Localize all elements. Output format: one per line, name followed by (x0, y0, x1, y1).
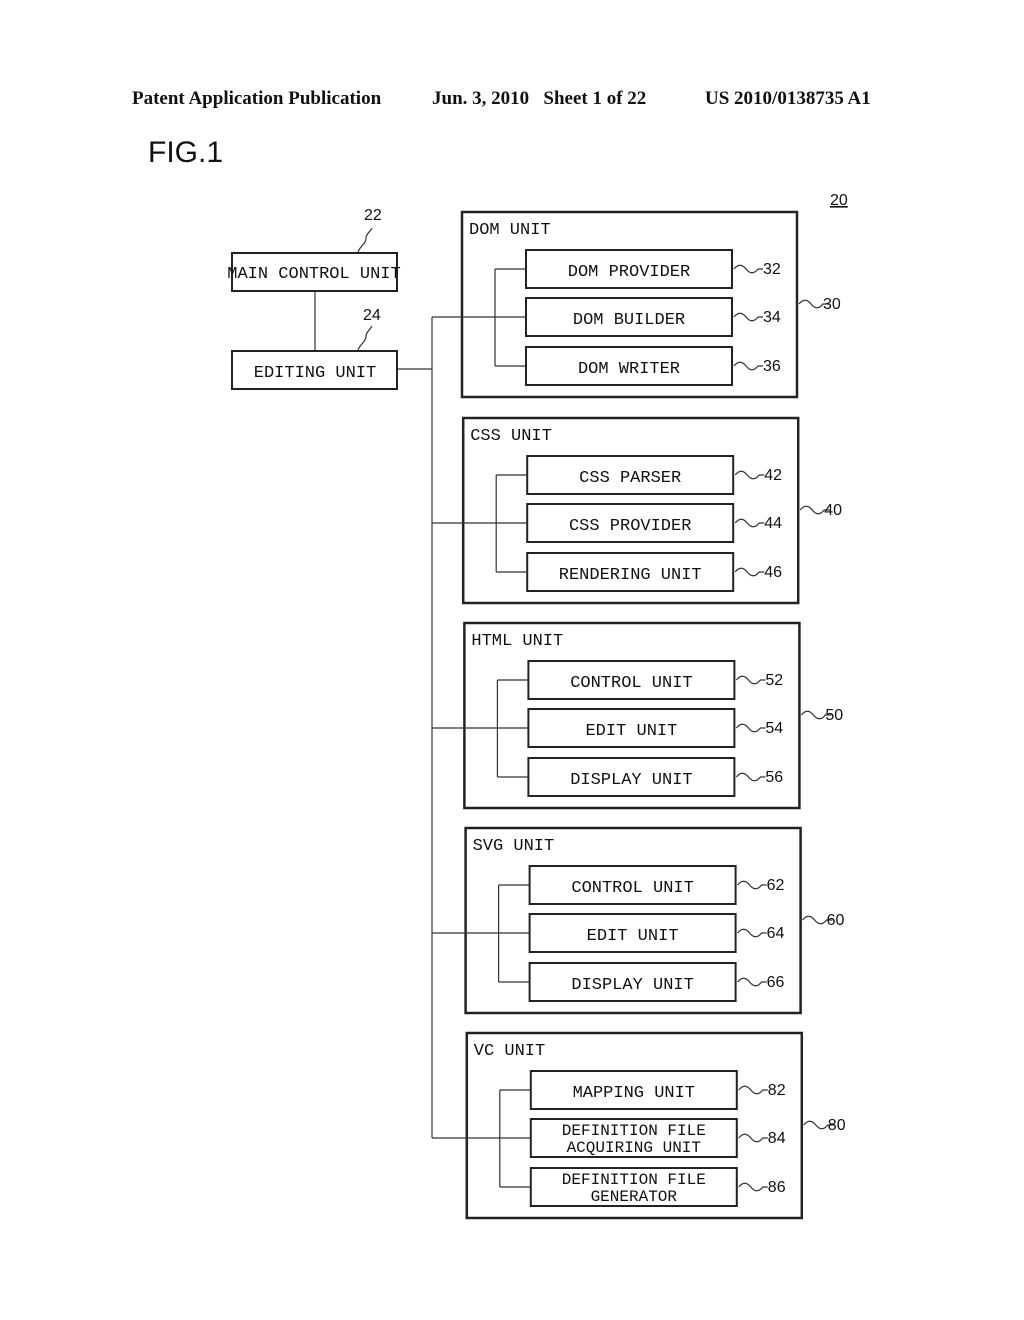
ref-number: 66 (767, 974, 785, 991)
ref-number: 24 (363, 307, 381, 324)
leader-line (357, 227, 373, 253)
sub-unit-label: CONTROL UNIT (571, 879, 693, 898)
unit-group-title: VC UNIT (474, 1042, 545, 1061)
ref-number: 46 (764, 564, 782, 581)
ref-number: 86 (768, 1179, 786, 1196)
ref-number: 36 (763, 358, 781, 375)
ref-number: 56 (765, 769, 783, 786)
ref-number: 44 (764, 515, 782, 532)
sub-unit-label: CSS PARSER (579, 469, 681, 488)
sub-unit-label: EDIT UNIT (585, 722, 677, 741)
ref-number: 80 (828, 1117, 846, 1134)
ref-number: 64 (767, 925, 785, 942)
leader-line (357, 325, 373, 351)
sub-unit-label: CSS PROVIDER (569, 517, 691, 536)
unit-group-title: DOM UNIT (469, 221, 551, 240)
sub-unit-label: DOM PROVIDER (568, 263, 690, 282)
ref-number: 30 (823, 296, 841, 313)
sub-unit-label: GENERATOR (591, 1188, 678, 1206)
sub-unit-label: EDIT UNIT (587, 927, 679, 946)
sub-unit-label: DOM WRITER (578, 360, 680, 379)
ref-number: 60 (827, 912, 845, 929)
unit-group-title: CSS UNIT (470, 427, 552, 446)
sub-unit-label: DEFINITION FILE (562, 1171, 706, 1189)
sub-unit-label: CONTROL UNIT (570, 674, 692, 693)
unit-group-title: HTML UNIT (471, 632, 563, 651)
block-diagram: 20 MAIN CONTROL UNIT 22 EDITING UNIT 24 … (227, 192, 848, 1220)
ref-number: 52 (765, 672, 783, 689)
ref-number: 82 (768, 1082, 786, 1099)
ref-number: 50 (825, 707, 843, 724)
ref-number: 42 (764, 467, 782, 484)
ref-number: 32 (763, 261, 781, 278)
system-ref-number: 20 (830, 192, 848, 209)
sub-unit-label: DOM BUILDER (573, 311, 685, 330)
sub-unit-label: MAPPING UNIT (573, 1084, 695, 1103)
ref-number: 40 (824, 502, 842, 519)
sub-unit-label: ACQUIRING UNIT (567, 1139, 701, 1157)
ref-number: 84 (768, 1130, 786, 1147)
unit-group-title: SVG UNIT (473, 837, 555, 856)
sub-unit-label: DISPLAY UNIT (570, 771, 692, 790)
ref-number: 22 (364, 207, 382, 224)
editing-unit-label: EDITING UNIT (254, 364, 376, 383)
ref-number: 34 (763, 309, 781, 326)
sub-unit-label: RENDERING UNIT (559, 566, 702, 585)
main-control-unit-label: MAIN CONTROL UNIT (227, 265, 400, 284)
sub-unit-label: DEFINITION FILE (562, 1122, 706, 1140)
ref-number: 62 (767, 877, 785, 894)
sub-unit-label: DISPLAY UNIT (571, 976, 693, 995)
ref-number: 54 (765, 720, 783, 737)
